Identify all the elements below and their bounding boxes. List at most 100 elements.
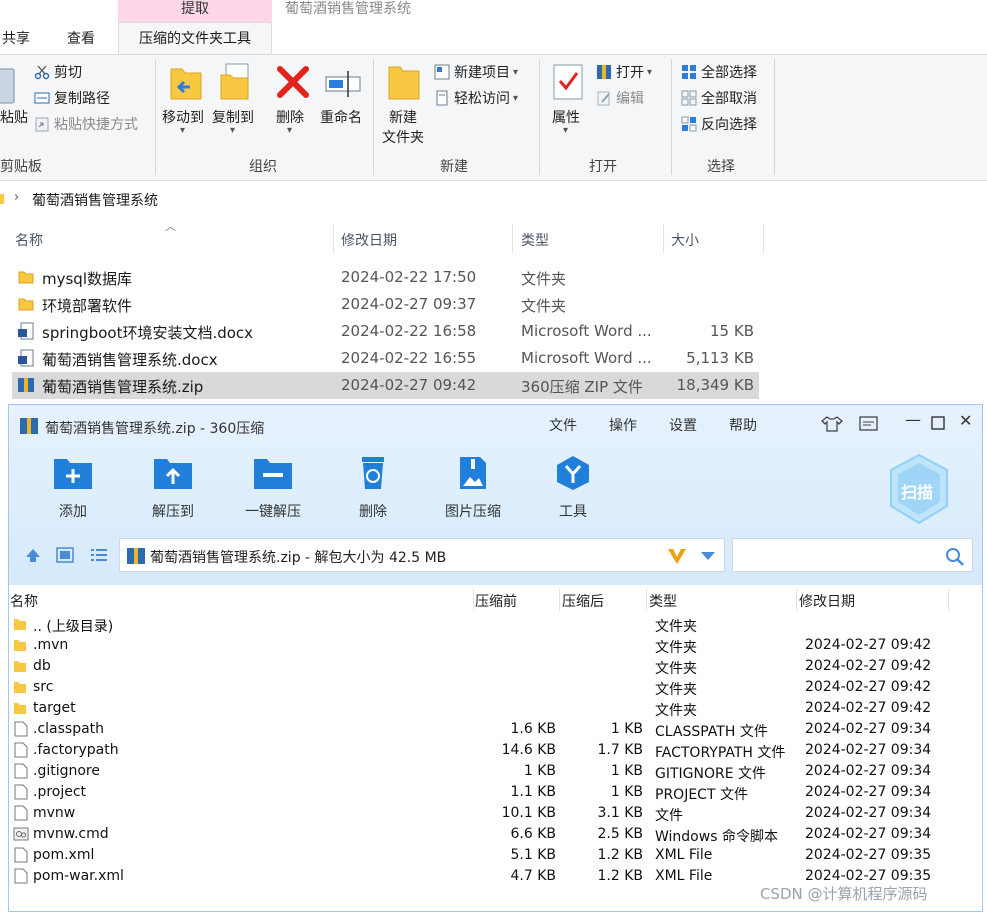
zip-row-name: .mvn [33,637,69,653]
zip-tool-one-click-extract[interactable]: 一键解压 [233,455,313,521]
select-none-button[interactable]: 全部取消 [681,87,757,109]
file-row[interactable]: 环境部署软件 2024-02-27 09:37 文件夹 [12,291,759,318]
edit-button[interactable]: 编辑 [596,87,644,109]
feedback-icon[interactable] [859,416,879,432]
zip-row-type: PROJECT 文件 [655,787,748,803]
maximize-icon[interactable] [931,416,945,430]
copy-path-button[interactable]: 复制路径 [34,87,110,109]
up-directory-arrow-icon[interactable] [24,547,42,563]
zip-menu-settings[interactable]: 设置 [669,415,697,435]
zip-list-row[interactable]: src 文件夹 2024-02-27 09:42 [9,677,982,698]
zip-column-name[interactable]: 名称 [10,591,38,611]
new-folder-button-line2[interactable]: 文件夹 [382,127,424,147]
column-separator[interactable] [333,224,334,254]
delete-dropdown-icon[interactable]: ▾ [287,125,292,136]
zip-menu-operate[interactable]: 操作 [609,415,637,435]
column-size[interactable]: 大小 [671,230,699,250]
open-button[interactable]: 打开 ▾ [596,61,652,83]
file-row[interactable]: 葡萄酒销售管理系统.docx 2024-02-22 16:55 Microsof… [12,345,759,372]
thumbnail-view-icon[interactable] [56,547,74,563]
zip-column-type[interactable]: 类型 [649,591,677,611]
zip-column-after[interactable]: 压缩后 [562,591,604,611]
move-to-dropdown-icon[interactable]: ▾ [180,125,185,136]
address-path[interactable]: 葡萄酒销售管理系统 [32,190,158,210]
folder-icon [18,271,34,284]
zip-list-row[interactable]: .classpath 1.6 KB 1 KB CLASSPATH 文件 2024… [9,719,982,740]
zip-list-row[interactable]: mvnw 10.1 KB 3.1 KB 文件 2024-02-27 09:34 [9,803,982,824]
tab-share[interactable]: 共享 [2,28,30,54]
address-chevron-icon[interactable]: › [14,190,19,205]
column-separator[interactable] [763,224,764,254]
properties-button[interactable]: 属性 [552,107,580,127]
zip-tool-add[interactable]: 添加 [33,455,113,521]
file-row[interactable]: mysql数据库 2024-02-22 17:50 文件夹 [12,264,759,291]
zip-list-row[interactable]: target 文件夹 2024-02-27 09:42 [9,698,982,719]
v-logo-icon[interactable] [666,546,688,566]
column-separator[interactable] [559,589,560,611]
tab-view[interactable]: 查看 [67,28,95,54]
file-row-selected[interactable]: 葡萄酒销售管理系统.zip 2024-02-27 09:42 360压缩 ZIP… [12,372,759,399]
zip-tool-tools[interactable]: 工具 [533,455,613,521]
paste-shortcut-button[interactable]: 粘贴快捷方式 [34,113,138,135]
new-item-button[interactable]: 新建项目 ▾ [434,61,518,83]
select-all-button[interactable]: 全部选择 [681,61,757,83]
zip-row-after: 1 KB [610,784,643,800]
copy-to-button[interactable]: 复制到 [212,107,254,127]
open-group-label: 打开 [589,159,617,175]
zip-list-row[interactable]: .gitignore 1 KB 1 KB GITIGNORE 文件 2024-0… [9,761,982,782]
zip-column-before[interactable]: 压缩前 [475,591,517,611]
column-separator[interactable] [796,589,797,611]
column-name[interactable]: 名称 [15,230,43,250]
search-icon[interactable] [945,547,965,567]
column-separator[interactable] [663,224,664,254]
zip-tool-extract-to[interactable]: 解压到 [133,455,213,521]
easy-access-dropdown-icon: ▾ [513,92,519,104]
new-folder-button-line1[interactable]: 新建 [389,107,417,127]
zip-menu-help[interactable]: 帮助 [729,415,757,435]
zip-list-row[interactable]: mvnw.cmd 6.6 KB 2.5 KB Windows 命令脚本 2024… [9,824,982,845]
zip-archive-icon [127,548,145,564]
zip-path-bar[interactable]: 葡萄酒销售管理系统.zip - 解包大小为 42.5 MB [119,538,725,572]
cut-button[interactable]: 剪切 [34,61,82,83]
zip-list-row[interactable]: .factorypath 14.6 KB 1.7 KB FACTORYPATH … [9,740,982,761]
zip-column-date[interactable]: 修改日期 [799,591,855,611]
zip-tool-delete[interactable]: 删除 [333,455,413,521]
column-separator[interactable] [473,589,474,611]
context-tab-extract[interactable]: 提取 [118,0,272,22]
zip-row-name: pom-war.xml [33,868,124,884]
column-date-modified[interactable]: 修改日期 [341,230,397,250]
file-size: 18,349 KB [676,376,754,394]
zip-list-row[interactable]: .mvn 文件夹 2024-02-27 09:42 [9,635,982,656]
column-separator[interactable] [948,589,949,611]
copy-to-dropdown-icon[interactable]: ▾ [230,125,235,136]
file-row[interactable]: springboot环境安装文档.docx 2024-02-22 16:58 M… [12,318,759,345]
zip-list-row[interactable]: .. (上级目录) 文件夹 [9,614,982,635]
minimize-icon[interactable]: — [905,410,921,429]
properties-dropdown-icon[interactable]: ▾ [563,125,568,136]
list-view-icon[interactable] [90,547,108,563]
path-dropdown-icon[interactable] [700,551,716,561]
zip-list-row[interactable]: pom.xml 5.1 KB 1.2 KB XML File 2024-02-2… [9,845,982,866]
close-icon[interactable]: ✕ [959,411,972,430]
new-group-label: 新建 [440,159,468,175]
column-separator[interactable] [646,589,647,611]
zip-menu-file[interactable]: 文件 [549,415,577,435]
column-type[interactable]: 类型 [521,230,549,250]
paste-button[interactable]: 粘贴 [0,107,28,127]
zip-row-before: 5.1 KB [510,847,557,863]
invert-selection-button[interactable]: 反向选择 [681,113,757,135]
easy-access-button[interactable]: 轻松访问 ▾ [434,87,518,109]
paste-shortcut-icon [35,117,49,132]
tab-compressed-folder-tools[interactable]: 压缩的文件夹工具 [118,22,272,55]
zip-list-row[interactable]: .project 1.1 KB 1 KB PROJECT 文件 2024-02-… [9,782,982,803]
file-date: 2024-02-27 09:37 [341,295,477,313]
skin-shirt-icon[interactable] [821,415,843,433]
delete-button[interactable]: 删除 [276,107,304,127]
scan-button[interactable]: 扫描 [887,453,951,525]
zip-list-row[interactable]: db 文件夹 2024-02-27 09:42 [9,656,982,677]
rename-button[interactable]: 重命名 [320,107,362,127]
column-separator[interactable] [512,224,513,254]
zip-tool-image-compress[interactable]: 图片压缩 [433,455,513,521]
move-to-button[interactable]: 移动到 [162,107,204,127]
zip-search-input[interactable] [732,538,973,572]
